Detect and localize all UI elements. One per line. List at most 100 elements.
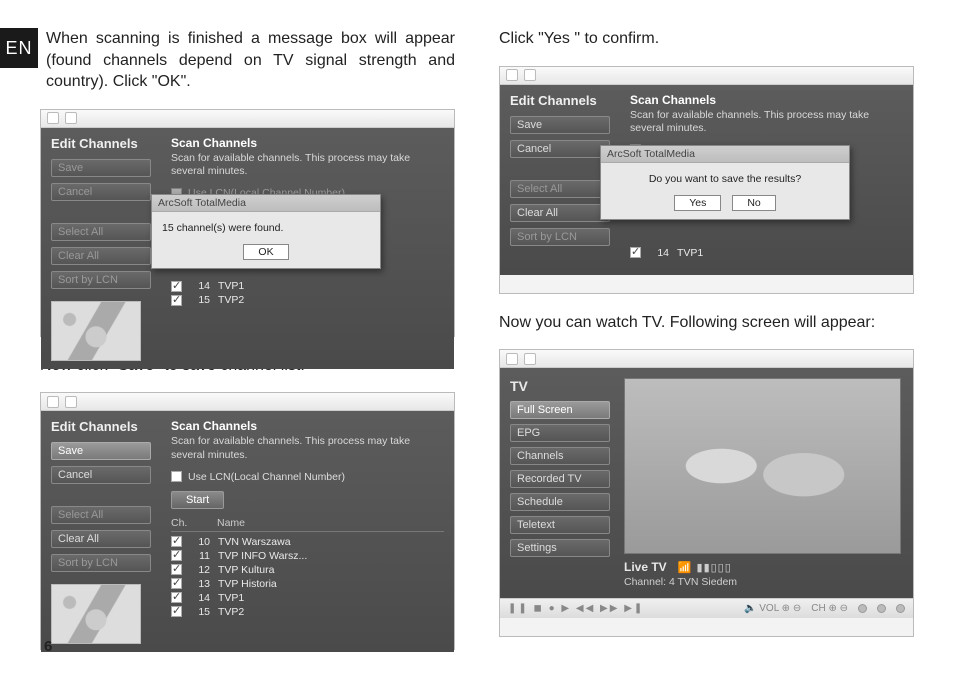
sort-by-lcn-button[interactable]: Sort by LCN xyxy=(51,271,151,289)
clear-all-button[interactable]: Clear All xyxy=(510,204,610,222)
save-button[interactable]: Save xyxy=(51,442,151,460)
checkbox-icon[interactable] xyxy=(171,550,182,561)
right-column: Click "Yes " to confirm. Edit Channels S… xyxy=(499,28,914,657)
checkbox-icon[interactable] xyxy=(171,592,182,603)
channel-name: TVP1 xyxy=(218,592,444,604)
menu-teletext[interactable]: Teletext xyxy=(510,516,610,534)
home-icon[interactable] xyxy=(47,112,59,124)
table-row[interactable]: 15TVP2 xyxy=(171,605,444,619)
channel-number: 14 xyxy=(190,280,210,292)
cancel-button[interactable]: Cancel xyxy=(510,140,610,158)
ch-text: CH xyxy=(811,603,825,614)
sort-by-lcn-button[interactable]: Sort by LCN xyxy=(51,554,151,572)
section-title: Scan Channels xyxy=(171,136,444,150)
clear-all-button[interactable]: Clear All xyxy=(51,247,151,265)
channel-number: 15 xyxy=(190,294,210,306)
no-button[interactable]: No xyxy=(732,195,775,211)
checkbox-icon[interactable] xyxy=(171,564,182,575)
channel-name: TVP2 xyxy=(218,606,444,618)
checkbox-icon[interactable] xyxy=(171,578,182,589)
checkbox-icon[interactable] xyxy=(171,606,182,617)
ok-button[interactable]: OK xyxy=(243,244,288,260)
status-dot-icon xyxy=(858,604,867,613)
instruction-text: When scanning is finished a message box … xyxy=(46,28,455,93)
preview-thumbnail xyxy=(51,584,141,644)
menu-settings[interactable]: Settings xyxy=(510,539,610,557)
table-row: 14 TVP1 xyxy=(630,246,903,260)
table-row[interactable]: 14 TVP1 xyxy=(171,591,444,605)
channel-number: 14 xyxy=(190,592,210,604)
checkbox-icon[interactable] xyxy=(630,247,641,258)
volume-label: 🔈 VOL ⊕ ⊖ xyxy=(744,603,801,614)
menu-full-screen[interactable]: Full Screen xyxy=(510,401,610,419)
select-all-button[interactable]: Select All xyxy=(51,223,151,241)
instruction-text: Now you can watch TV. Following screen w… xyxy=(499,312,914,334)
channel-number: 10 xyxy=(190,536,210,548)
screenshot-scan-complete: Edit Channels Save Cancel Select All Cle… xyxy=(40,109,455,337)
table-row[interactable]: 11 TVP INFO Warsz... xyxy=(171,549,444,563)
table-row: 14 TVP1 xyxy=(171,279,444,293)
home-icon[interactable] xyxy=(506,353,518,365)
channel-info: Channel: 4 TVN Siedem xyxy=(624,576,901,588)
channel-number: 11 xyxy=(190,550,210,562)
language-badge: EN xyxy=(0,28,38,68)
table-row[interactable]: 13 TVP Historia xyxy=(171,577,444,591)
yes-button[interactable]: Yes xyxy=(674,195,721,211)
preview-thumbnail xyxy=(51,301,141,361)
channel-name: TVP1 xyxy=(218,280,444,292)
channel-name: TVP1 xyxy=(677,247,903,259)
window-toolbar xyxy=(41,393,454,411)
use-lcn-label: Use LCN(Local Channel Number) xyxy=(188,471,345,483)
channel-name: TVP Historia xyxy=(218,578,444,590)
start-button[interactable]: Start xyxy=(171,491,224,509)
channel-number: 13 xyxy=(190,578,210,590)
signal-icon: 📶 ▮▮▯▯▯ xyxy=(678,562,732,574)
video-area[interactable] xyxy=(624,378,901,554)
channel-name: TVP Kultura xyxy=(218,564,444,576)
table-row[interactable]: 12 TVP Kultura xyxy=(171,563,444,577)
channel-name: TVP2 xyxy=(218,294,444,306)
channel-number: 12 xyxy=(190,564,210,576)
channel-name: TVN Warszawa xyxy=(218,536,444,548)
back-icon[interactable] xyxy=(65,396,77,408)
dialog-title: ArcSoft TotalMedia xyxy=(152,195,380,212)
back-icon[interactable] xyxy=(65,112,77,124)
status-dot-icon xyxy=(896,604,905,613)
section-description: Scan for available channels. This proces… xyxy=(171,152,444,179)
back-icon[interactable] xyxy=(524,69,536,81)
col-header-ch: Ch. xyxy=(171,517,203,529)
save-button[interactable]: Save xyxy=(51,159,151,177)
table-row[interactable]: 10 TVN Warszawa xyxy=(171,535,444,549)
cancel-button[interactable]: Cancel xyxy=(51,466,151,484)
screenshot-save-channels: Edit Channels Save Cancel Select All Cle… xyxy=(40,392,455,650)
menu-schedule[interactable]: Schedule xyxy=(510,493,610,511)
menu-epg[interactable]: EPG xyxy=(510,424,610,442)
dialog-channels-found: ArcSoft TotalMedia 15 channel(s) were fo… xyxy=(151,194,381,269)
left-column: When scanning is finished a message box … xyxy=(40,28,455,657)
sort-by-lcn-button[interactable]: Sort by LCN xyxy=(510,228,610,246)
select-all-button[interactable]: Select All xyxy=(51,506,151,524)
playback-buttons[interactable]: ❚❚ ◼ ● ▶ ◀◀ ▶▶ ▶❚ xyxy=(508,603,644,614)
panel-title: Edit Channels xyxy=(51,136,151,151)
checkbox-icon[interactable] xyxy=(171,281,182,292)
home-icon[interactable] xyxy=(47,396,59,408)
save-button[interactable]: Save xyxy=(510,116,610,134)
checkbox-icon[interactable] xyxy=(171,536,182,547)
back-icon[interactable] xyxy=(524,353,536,365)
channel-number: 14 xyxy=(649,247,669,259)
cancel-button[interactable]: Cancel xyxy=(51,183,151,201)
menu-recorded-tv[interactable]: Recorded TV xyxy=(510,470,610,488)
clear-all-button[interactable]: Clear All xyxy=(51,530,151,548)
section-title: Scan Channels xyxy=(630,93,903,107)
channel-name: TVP INFO Warsz... xyxy=(218,550,444,562)
dialog-title: ArcSoft TotalMedia xyxy=(601,146,849,163)
menu-channels[interactable]: Channels xyxy=(510,447,610,465)
select-all-button[interactable]: Select All xyxy=(510,180,610,198)
window-toolbar xyxy=(500,67,913,85)
home-icon[interactable] xyxy=(506,69,518,81)
checkbox-icon[interactable] xyxy=(171,295,182,306)
section-description: Scan for available channels. This proces… xyxy=(171,435,444,462)
use-lcn-checkbox[interactable] xyxy=(171,471,182,482)
panel-title: Edit Channels xyxy=(510,93,610,108)
screenshot-confirm-save: Edit Channels Save Cancel Select All Cle… xyxy=(499,66,914,294)
